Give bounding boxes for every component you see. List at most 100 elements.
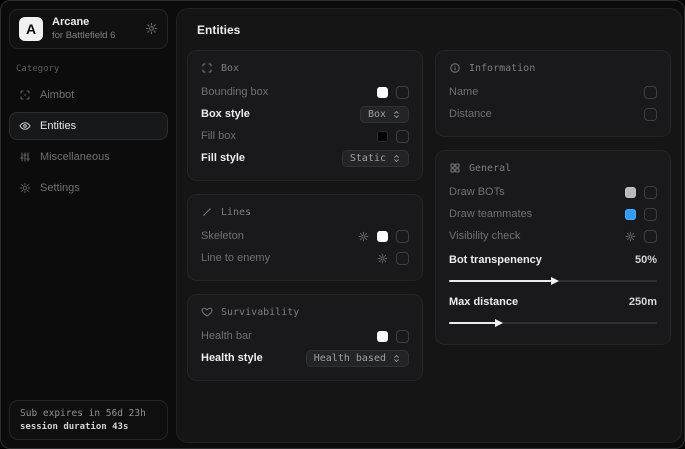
app-window: A Arcane for Battlefield 6 Category Aimb: [0, 0, 685, 449]
box-style-dropdown[interactable]: Box: [360, 106, 409, 123]
gear-icon[interactable]: [145, 22, 158, 35]
checkbox[interactable]: [396, 86, 409, 99]
card-survivability: Survivability Health bar Health style: [187, 294, 423, 381]
setting-label: Skeleton: [201, 230, 244, 242]
color-swatch[interactable]: [377, 231, 388, 242]
setting-row: Visibility check: [449, 225, 657, 247]
checkbox[interactable]: [644, 86, 657, 99]
fill-style-dropdown[interactable]: Static: [342, 150, 409, 167]
app-subtitle: for Battlefield 6: [52, 30, 115, 42]
setting-row: Box style Box: [201, 103, 409, 125]
checkbox[interactable]: [396, 252, 409, 265]
setting-row: Name: [449, 81, 657, 103]
setting-label: Visibility check: [449, 230, 520, 242]
sidebar: A Arcane for Battlefield 6 Category Aimb: [1, 1, 176, 448]
card-general: General Draw BOTs Draw teammates: [435, 150, 671, 345]
setting-label: Box style: [201, 108, 250, 120]
setting-row: Draw teammates: [449, 203, 657, 225]
card-information: Information Name Distance: [435, 50, 671, 137]
gear-icon[interactable]: [358, 231, 369, 242]
gear-icon[interactable]: [625, 231, 636, 242]
setting-row: Fill style Static: [201, 147, 409, 169]
setting-label: Bounding box: [201, 86, 268, 98]
slider-thumb[interactable]: [551, 277, 559, 285]
color-swatch[interactable]: [377, 131, 388, 142]
card-lines: Lines Skeleton: [187, 194, 423, 281]
max-distance-slider[interactable]: [449, 322, 657, 324]
sidebar-item-label: Entities: [40, 120, 76, 132]
setting-label: Bot transpenency: [449, 254, 542, 266]
bot-transparency-setting: Bot transpenency 50%: [449, 249, 657, 282]
card-title: Survivability: [221, 307, 299, 318]
setting-label: Fill style: [201, 152, 245, 164]
up-down-arrows-icon: [392, 354, 401, 363]
entities-eye-icon: [19, 120, 31, 132]
setting-label: Name: [449, 86, 478, 98]
color-swatch[interactable]: [377, 87, 388, 98]
category-label: Category: [16, 64, 161, 74]
sidebar-item-aimbot[interactable]: Aimbot: [9, 81, 168, 109]
slider-thumb[interactable]: [495, 319, 503, 327]
setting-label: Health bar: [201, 330, 252, 342]
subscription-status-box: Sub expires in 56d 23h session duration …: [9, 400, 168, 440]
setting-label: Draw BOTs: [449, 186, 505, 198]
right-column: Information Name Distance: [435, 50, 671, 381]
card-title: General: [469, 163, 511, 174]
app-logo-box: A Arcane for Battlefield 6: [9, 9, 168, 49]
page-title: Entities: [197, 23, 671, 37]
setting-row: Distance: [449, 103, 657, 125]
app-logo: A: [19, 17, 43, 41]
setting-label: Fill box: [201, 130, 236, 142]
diagonal-line-icon: [201, 206, 213, 218]
setting-row: Line to enemy: [201, 247, 409, 269]
main-panel: Entities Box Bounding box: [176, 8, 682, 443]
color-swatch[interactable]: [625, 209, 636, 220]
setting-label: Draw teammates: [449, 208, 532, 220]
checkbox[interactable]: [644, 208, 657, 221]
sidebar-item-miscellaneous[interactable]: Miscellaneous: [9, 143, 168, 171]
setting-row: Draw BOTs: [449, 181, 657, 203]
card-title: Box: [221, 63, 239, 74]
setting-label: Line to enemy: [201, 252, 270, 264]
checkbox[interactable]: [396, 330, 409, 343]
checkbox[interactable]: [396, 230, 409, 243]
info-icon: [449, 62, 461, 74]
sidebar-item-label: Miscellaneous: [40, 151, 110, 163]
slider-value: 250m: [629, 296, 657, 308]
heart-icon: [201, 306, 213, 318]
setting-row: Health style Health based: [201, 347, 409, 369]
slider-value: 50%: [635, 254, 657, 266]
setting-row: Bounding box: [201, 81, 409, 103]
sidebar-item-settings[interactable]: Settings: [9, 174, 168, 202]
setting-label: Max distance: [449, 296, 518, 308]
setting-label: Health style: [201, 352, 263, 364]
sidebar-item-entities[interactable]: Entities: [9, 112, 168, 140]
card-box: Box Bounding box Box style Box: [187, 50, 423, 181]
setting-row: Fill box: [201, 125, 409, 147]
crosshair-icon: [19, 89, 31, 101]
sidebar-item-label: Settings: [40, 182, 80, 194]
box-corners-icon: [201, 62, 213, 74]
setting-row: Health bar: [201, 325, 409, 347]
gear-icon[interactable]: [377, 253, 388, 264]
checkbox[interactable]: [396, 130, 409, 143]
checkbox[interactable]: [644, 186, 657, 199]
gear-icon: [19, 182, 31, 194]
checkbox[interactable]: [644, 230, 657, 243]
checkbox[interactable]: [644, 108, 657, 121]
setting-label: Distance: [449, 108, 492, 120]
color-swatch[interactable]: [625, 187, 636, 198]
health-style-dropdown[interactable]: Health based: [306, 350, 409, 367]
card-title: Lines: [221, 207, 251, 218]
up-down-arrows-icon: [392, 110, 401, 119]
session-duration-text: session duration 43s: [20, 422, 157, 432]
card-title: Information: [469, 63, 535, 74]
bot-transparency-slider[interactable]: [449, 280, 657, 282]
color-swatch[interactable]: [377, 331, 388, 342]
sliders-icon: [19, 151, 31, 163]
sub-expires-text: Sub expires in 56d 23h: [20, 408, 157, 419]
app-name: Arcane: [52, 16, 115, 30]
left-column: Box Bounding box Box style Box: [187, 50, 423, 381]
up-down-arrows-icon: [392, 154, 401, 163]
max-distance-setting: Max distance 250m: [449, 291, 657, 324]
